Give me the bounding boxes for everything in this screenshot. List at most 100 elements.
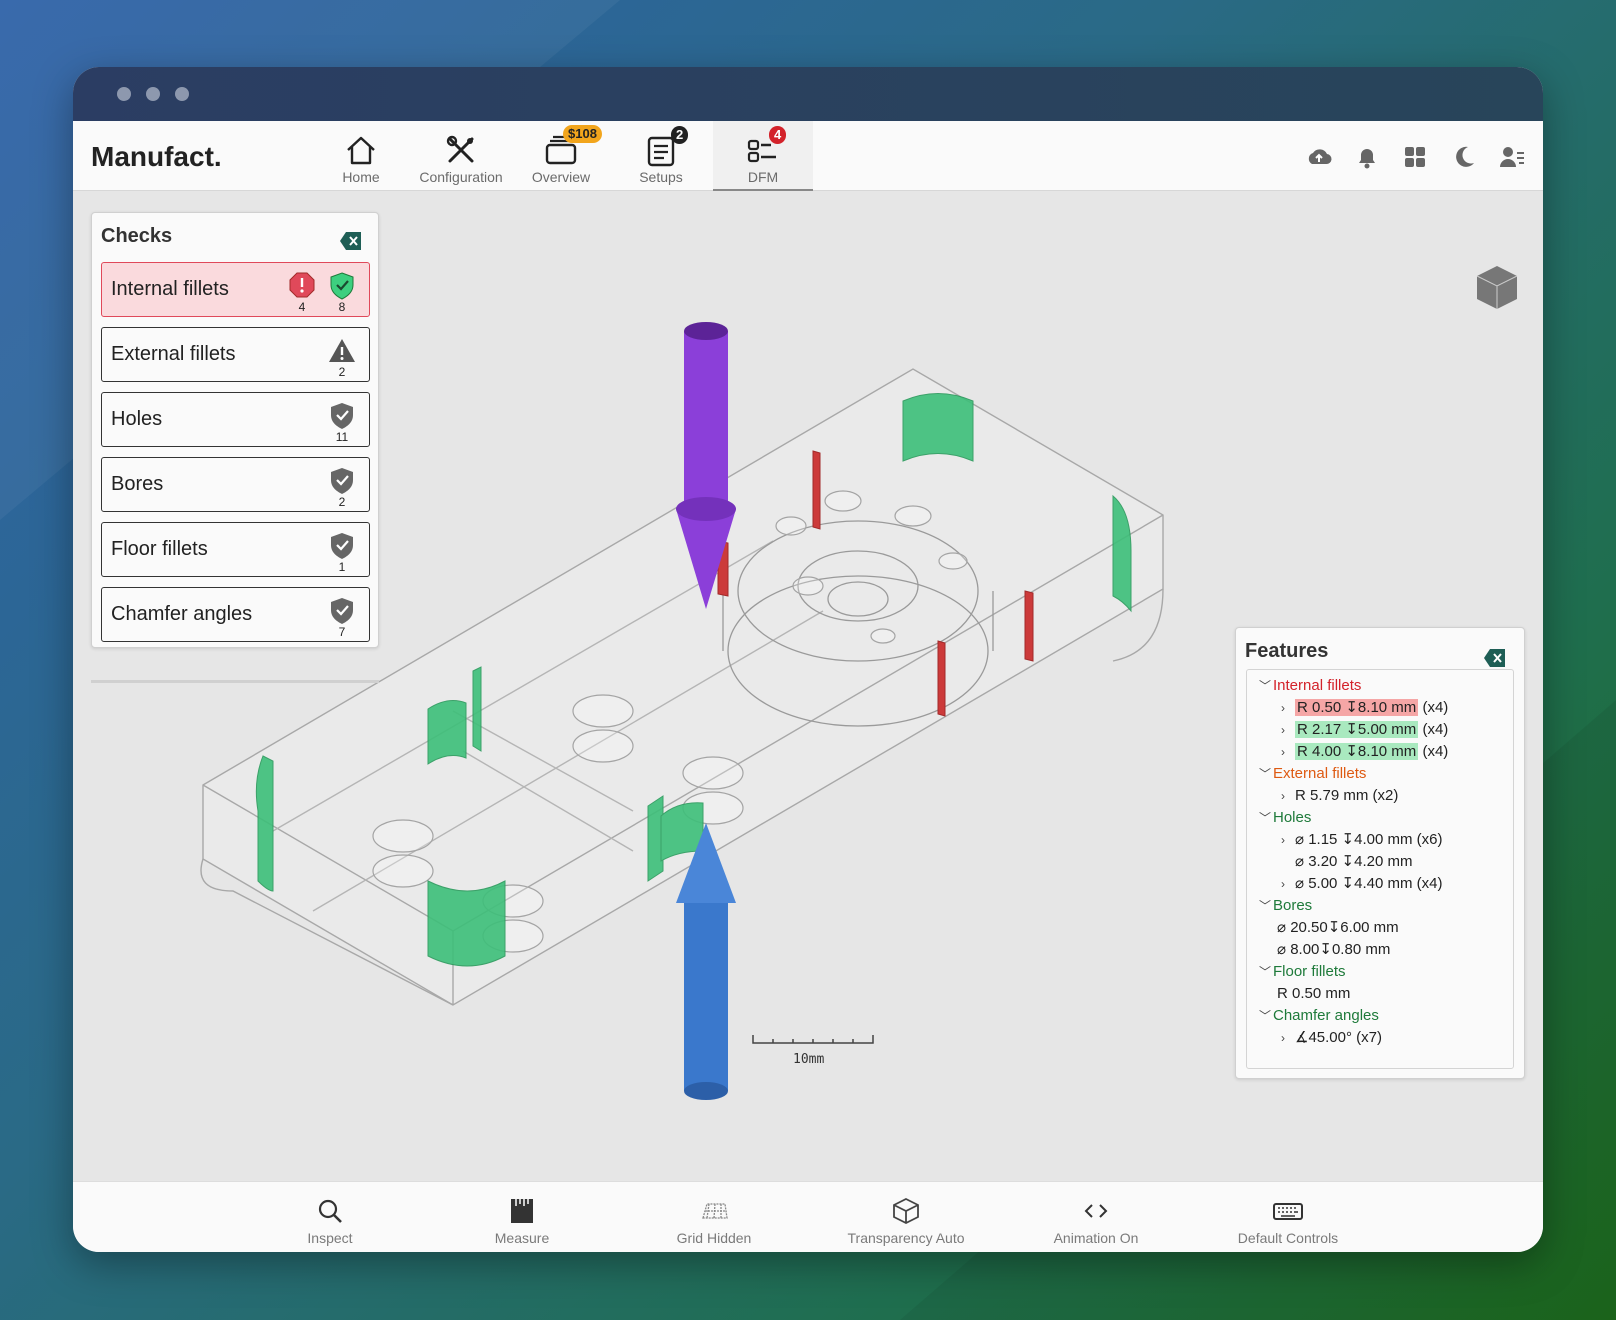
group-chamfer-angles[interactable]: ﹀ Chamfer angles <box>1259 1005 1379 1027</box>
moon-icon[interactable] <box>1450 143 1478 171</box>
chevron-right-icon: › <box>1281 1031 1285 1045</box>
feature-item: ⌀ 20.50↧6.00 mm <box>1277 917 1399 939</box>
chevron-down-icon: ﹀ <box>1259 767 1272 781</box>
feature-value: R 0.50 mm <box>1277 985 1351 1002</box>
feature-count: (x2) <box>1372 787 1399 804</box>
tool-label: Transparency Auto <box>847 1230 965 1246</box>
check-chamfer-angles[interactable]: Chamfer angles 7 <box>101 587 370 642</box>
feature-value: ⌀ 8.00↧0.80 mm <box>1277 941 1391 958</box>
error-badge: 4 <box>287 271 317 313</box>
group-bores[interactable]: ﹀ Bores <box>1259 895 1312 917</box>
feature-count: (x4) <box>1416 875 1443 892</box>
nav-home[interactable]: Home <box>311 121 411 191</box>
view-cube-icon <box>1476 266 1518 309</box>
nav-dfm[interactable]: DFM 4 <box>713 121 813 191</box>
chevron-right-icon: › <box>1281 877 1285 891</box>
group-label: Holes <box>1273 809 1312 826</box>
features-tree: ﹀ Internal fillets › R 0.50 ↧8.10 mm (x4) … <box>1246 669 1514 1069</box>
feature-value: R 4.00 ↧8.10 mm <box>1295 743 1419 760</box>
group-label: Internal fillets <box>1273 677 1362 694</box>
check-label: Internal fillets <box>111 278 229 300</box>
feature-value: ⌀ 3.20 ↧4.20 mm <box>1295 853 1413 870</box>
features-panel: Features ﹀ Internal fillets › R 0.50 ↧8.10… <box>1235 627 1525 1079</box>
warning-triangle-icon <box>329 339 355 362</box>
tool-animation[interactable]: Animation On <box>1011 1182 1181 1252</box>
feature-value: ⌀ 5.00 ↧4.40 mm <box>1295 875 1413 892</box>
ruler-icon <box>511 1199 533 1223</box>
ok-badge: 1 <box>327 531 357 573</box>
ok-count: 2 <box>338 495 346 509</box>
check-external-fillets[interactable]: External fillets 2 <box>101 327 370 382</box>
shield-check-icon <box>331 468 353 494</box>
chevron-down-icon: ﹀ <box>1259 811 1272 825</box>
chevron-right-icon: › <box>1281 833 1285 847</box>
feature-item[interactable]: › ⌀ 5.00 ↧4.40 mm (x4) <box>1281 873 1443 895</box>
feature-count: (x6) <box>1416 831 1443 848</box>
feature-item[interactable]: › ⌀ 1.15 ↧4.00 mm (x6) <box>1281 829 1443 851</box>
check-label: Holes <box>111 408 163 430</box>
tool-grid-hidden[interactable]: Grid Hidden <box>629 1182 799 1252</box>
feature-value: ∡45.00° <box>1295 1029 1352 1046</box>
chevron-down-icon: ﹀ <box>1259 1009 1272 1023</box>
app-window: Manufact. Home Configuration Overview $1… <box>73 67 1543 1252</box>
group-holes[interactable]: ﹀ Holes <box>1259 807 1311 829</box>
check-floor-fillets[interactable]: Floor fillets 1 <box>101 522 370 577</box>
close-checks-icon[interactable] <box>339 231 363 251</box>
tool-label: Grid Hidden <box>676 1230 752 1246</box>
nav-configuration[interactable]: Configuration <box>411 121 511 191</box>
tools-icon <box>446 135 474 163</box>
cube-icon <box>893 1197 919 1225</box>
feature-count: (x4) <box>1422 743 1449 760</box>
feature-item: ⌀ 8.00↧0.80 mm <box>1277 939 1390 961</box>
feature-count: (x4) <box>1422 721 1449 738</box>
feature-item[interactable]: › R 5.79 mm (x2) <box>1281 785 1398 807</box>
feature-value: ⌀ 1.15 ↧4.00 mm <box>1295 831 1413 848</box>
nav-overview[interactable]: Overview $108 <box>511 121 611 191</box>
tool-transparency[interactable]: Transparency Auto <box>821 1182 991 1252</box>
close-features-icon[interactable] <box>1483 648 1507 668</box>
grid-plane-icon <box>702 1203 728 1219</box>
group-internal-fillets[interactable]: ﹀ Internal fillets <box>1259 675 1361 697</box>
shield-check-icon <box>330 272 354 300</box>
nav-overview-label: Overview <box>531 169 591 185</box>
check-label: Chamfer angles <box>111 603 253 625</box>
nav-setups[interactable]: Setups 2 <box>611 121 711 191</box>
window-maximize-dot[interactable] <box>175 87 189 101</box>
ok-badge: 11 <box>327 401 357 443</box>
feature-item[interactable]: › R 0.50 ↧8.10 mm (x4) <box>1281 697 1448 719</box>
window-close-dot[interactable] <box>117 87 131 101</box>
magnifier-icon <box>318 1199 342 1223</box>
scale-label: 10mm <box>793 1052 824 1067</box>
error-octagon-icon <box>289 272 315 298</box>
check-label: External fillets <box>111 343 236 365</box>
nav-configuration-label: Configuration <box>419 169 503 185</box>
cloud-upload-icon[interactable] <box>1305 143 1333 171</box>
window-minimize-dot[interactable] <box>146 87 160 101</box>
bell-icon[interactable] <box>1353 143 1381 171</box>
feature-item[interactable]: › R 2.17 ↧5.00 mm (x4) <box>1281 719 1448 741</box>
user-list-icon[interactable] <box>1498 143 1526 171</box>
tool-measure[interactable]: Measure <box>437 1182 607 1252</box>
check-internal-fillets[interactable]: Internal fillets 4 8 <box>101 262 370 317</box>
nav-setups-label: Setups <box>639 169 683 185</box>
tool-default-controls[interactable]: Default Controls <box>1203 1182 1373 1252</box>
feature-item[interactable]: › ∡45.00° (x7) <box>1281 1027 1382 1049</box>
warn-count: 2 <box>338 365 346 379</box>
feature-item[interactable]: › R 4.00 ↧8.10 mm (x4) <box>1281 741 1448 763</box>
scale-bar <box>752 1035 874 1044</box>
tool-inspect[interactable]: Inspect <box>245 1182 415 1252</box>
bottom-toolbar: Inspect Measure Grid Hidden Transparency… <box>73 1181 1543 1252</box>
group-floor-fillets[interactable]: ﹀ Floor fillets <box>1259 961 1346 983</box>
top-nav-bar: Manufact. Home Configuration Overview $1… <box>73 121 1543 191</box>
check-bores[interactable]: Bores 2 <box>101 457 370 512</box>
chevron-down-icon: ﹀ <box>1259 679 1272 693</box>
grid-icon[interactable] <box>1401 143 1429 171</box>
group-external-fillets[interactable]: ﹀ External fillets <box>1259 763 1366 785</box>
ok-badge: 7 <box>327 596 357 638</box>
check-label: Bores <box>111 473 164 495</box>
check-holes[interactable]: Holes 11 <box>101 392 370 447</box>
warn-badge: 2 <box>327 336 357 378</box>
group-label: External fillets <box>1273 765 1367 782</box>
chevron-right-icon: › <box>1281 789 1285 803</box>
group-label: Floor fillets <box>1273 963 1346 980</box>
